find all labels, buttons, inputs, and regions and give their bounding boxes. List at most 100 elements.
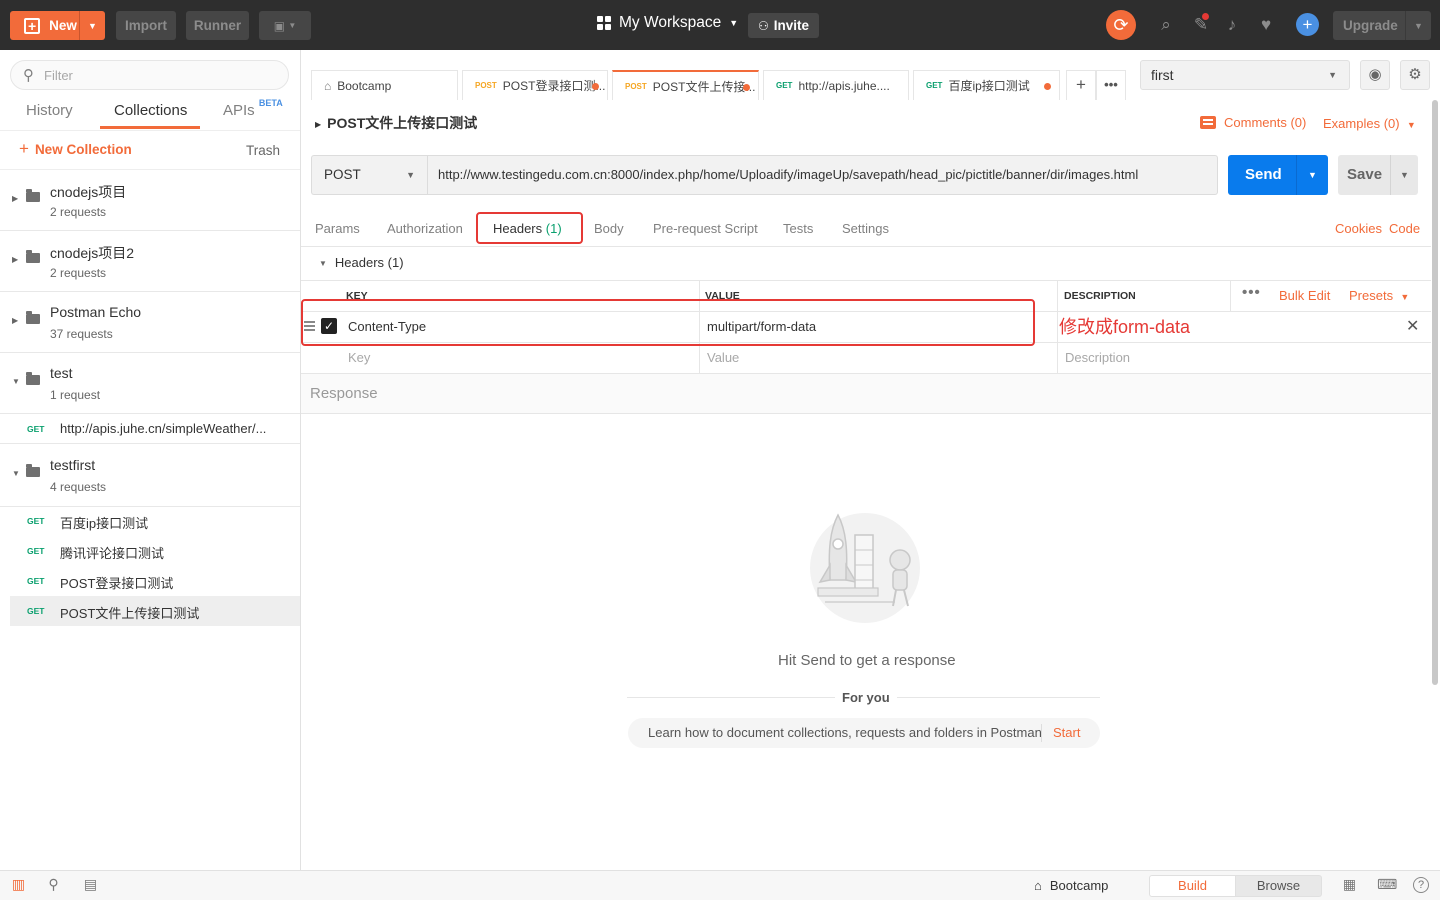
request-item-selected[interactable]: GET POST文件上传接口测试 xyxy=(10,596,300,626)
sync-icon[interactable]: ⟳ xyxy=(1106,10,1136,40)
new-window-button[interactable]: ▣ ▼ xyxy=(259,11,311,40)
request-tab[interactable]: ⌂ Bootcamp xyxy=(311,70,458,100)
scrollbar[interactable] xyxy=(1432,100,1438,685)
request-title: http://apis.juhe.cn/simpleWeather/... xyxy=(60,421,267,436)
collection-name: cnodejs项目 xyxy=(50,184,127,200)
upgrade-dropdown-toggle[interactable]: ▼ xyxy=(1405,11,1431,40)
new-collection-button[interactable]: + New Collection xyxy=(19,140,132,157)
collection-item[interactable]: ▶ Postman Echo 37 requests xyxy=(0,292,300,353)
request-title[interactable]: ▶ POST文件上传接口测试 xyxy=(315,113,477,133)
request-title: POST文件上传接口测试 xyxy=(60,606,200,621)
method-badge: GET xyxy=(27,606,45,616)
chevron-down-icon: ▼ xyxy=(288,21,297,30)
help-icon[interactable]: ? xyxy=(1413,877,1429,893)
presets-dropdown[interactable]: Presets ▼ xyxy=(1349,288,1409,303)
request-tab[interactable]: POST POST登录接口测... xyxy=(462,70,608,100)
new-tab-button[interactable]: + xyxy=(1066,70,1096,100)
runner-button[interactable]: Runner xyxy=(186,11,249,40)
folder-icon xyxy=(26,250,40,263)
caret-right-icon[interactable]: ▶ xyxy=(12,316,18,325)
console-icon[interactable]: ▤ xyxy=(82,877,99,892)
caret-right-icon[interactable]: ▶ xyxy=(12,194,18,203)
add-circle-icon[interactable]: + xyxy=(1296,13,1319,36)
import-button[interactable]: Import xyxy=(116,11,176,40)
collection-count: 2 requests xyxy=(50,266,107,280)
tab-tests[interactable]: Tests xyxy=(783,221,813,236)
caret-down-icon: ▼ xyxy=(319,259,327,269)
satellite-icon[interactable]: ⌕ xyxy=(1155,14,1177,36)
bootcamp-icon: ⌂ xyxy=(1034,878,1042,893)
find-icon[interactable]: ⚲ xyxy=(45,877,62,892)
request-item[interactable]: GET POST登录接口测试 xyxy=(0,566,300,596)
collection-name: test xyxy=(50,365,73,381)
tab-authorization[interactable]: Authorization xyxy=(387,221,463,236)
workspace-selector[interactable]: My Workspace ▼ xyxy=(597,14,738,32)
code-link[interactable]: Code xyxy=(1389,221,1420,236)
new-description-field[interactable]: Description xyxy=(1065,350,1130,365)
method-badge: GET xyxy=(27,576,45,586)
invite-button[interactable]: ⚇ Invite xyxy=(748,13,819,38)
new-key-field[interactable]: Key xyxy=(348,350,370,365)
collection-item[interactable]: ▶ cnodejs项目 2 requests xyxy=(0,170,300,231)
folder-icon xyxy=(26,311,40,324)
chevron-down-icon: ▼ xyxy=(1328,70,1337,80)
tab-apis[interactable]: APIs BETA xyxy=(223,98,283,119)
examples-dropdown[interactable]: Examples (0) ▼ xyxy=(1323,116,1416,131)
bell-icon[interactable]: ♪ xyxy=(1221,14,1243,36)
start-link[interactable]: Start xyxy=(1053,725,1080,740)
tab-history[interactable]: History xyxy=(26,102,73,119)
send-button[interactable]: Send ▼ xyxy=(1228,155,1328,195)
tab-prerequest-script[interactable]: Pre-request Script xyxy=(653,221,758,236)
tab-params[interactable]: Params xyxy=(315,221,360,236)
send-dropdown-toggle[interactable]: ▼ xyxy=(1296,155,1328,195)
caret-down-icon[interactable]: ▼ xyxy=(12,469,20,478)
more-tabs-icon[interactable]: ••• xyxy=(1096,70,1126,100)
new-button[interactable]: + New ▼ xyxy=(10,11,105,40)
collection-count: 1 request xyxy=(50,388,101,402)
collection-item[interactable]: ▶ cnodejs项目2 2 requests xyxy=(0,231,300,292)
request-tab[interactable]: GET http://apis.juhe.... xyxy=(763,70,909,100)
sidebar-toggle-icon[interactable]: ▥ xyxy=(10,877,27,892)
headers-section-toggle[interactable]: ▼ Headers (1) xyxy=(319,255,404,270)
gear-icon[interactable]: ⚙ xyxy=(1400,60,1430,90)
more-options-icon[interactable]: ••• xyxy=(1242,284,1261,301)
folder-icon xyxy=(26,189,40,202)
filter-input[interactable]: ⚲ Filter xyxy=(10,60,289,90)
two-pane-view-icon[interactable]: ▦ xyxy=(1341,877,1358,892)
build-mode-button[interactable]: Build xyxy=(1149,875,1236,897)
method-select[interactable]: POST ▼ xyxy=(311,155,427,195)
request-tab-active[interactable]: POST POST文件上传接... xyxy=(612,70,759,100)
caret-right-icon[interactable]: ▶ xyxy=(12,255,18,264)
bootcamp-button[interactable]: ⌂ Bootcamp xyxy=(1034,878,1108,893)
trash-button[interactable]: Trash xyxy=(246,143,280,158)
request-tab[interactable]: GET 百度ip接口测试 xyxy=(913,70,1060,100)
tab-body[interactable]: Body xyxy=(594,221,624,236)
new-dropdown-toggle[interactable]: ▼ xyxy=(79,11,105,40)
new-value-field[interactable]: Value xyxy=(707,350,739,365)
collection-item[interactable]: ▼ testfirst 4 requests xyxy=(0,445,300,507)
environment-select[interactable]: first ▼ xyxy=(1140,60,1350,90)
add-user-icon: ⚇ xyxy=(757,18,769,33)
request-item[interactable]: GET http://apis.juhe.cn/simpleWeather/..… xyxy=(0,414,300,444)
save-dropdown-toggle[interactable]: ▼ xyxy=(1390,155,1418,195)
comments-button[interactable]: Comments (0) xyxy=(1200,115,1306,130)
keyboard-icon[interactable]: ⌨ xyxy=(1377,877,1397,892)
browse-mode-button[interactable]: Browse xyxy=(1236,875,1322,897)
tab-settings[interactable]: Settings xyxy=(842,221,889,236)
request-item[interactable]: GET 腾讯评论接口测试 xyxy=(0,536,300,566)
tab-collections[interactable]: Collections xyxy=(114,102,187,119)
eye-icon[interactable]: ◉ xyxy=(1360,60,1390,90)
heart-icon[interactable]: ♥ xyxy=(1255,14,1277,36)
url-input[interactable]: http://www.testingedu.com.cn:8000/index.… xyxy=(427,155,1218,195)
collection-item[interactable]: ▼ test 1 request xyxy=(0,353,300,414)
bulk-edit-link[interactable]: Bulk Edit xyxy=(1279,288,1330,303)
response-header: Response xyxy=(301,374,1431,414)
close-icon[interactable]: ✕ xyxy=(1406,316,1419,336)
caret-down-icon[interactable]: ▼ xyxy=(12,377,20,386)
upgrade-button[interactable]: Upgrade ▼ xyxy=(1333,11,1431,40)
request-item[interactable]: GET 百度ip接口测试 xyxy=(0,506,300,536)
unsaved-dot xyxy=(592,83,599,90)
save-button[interactable]: Save ▼ xyxy=(1338,155,1418,195)
collection-name: cnodejs项目2 xyxy=(50,245,135,261)
cookies-link[interactable]: Cookies xyxy=(1335,221,1382,236)
